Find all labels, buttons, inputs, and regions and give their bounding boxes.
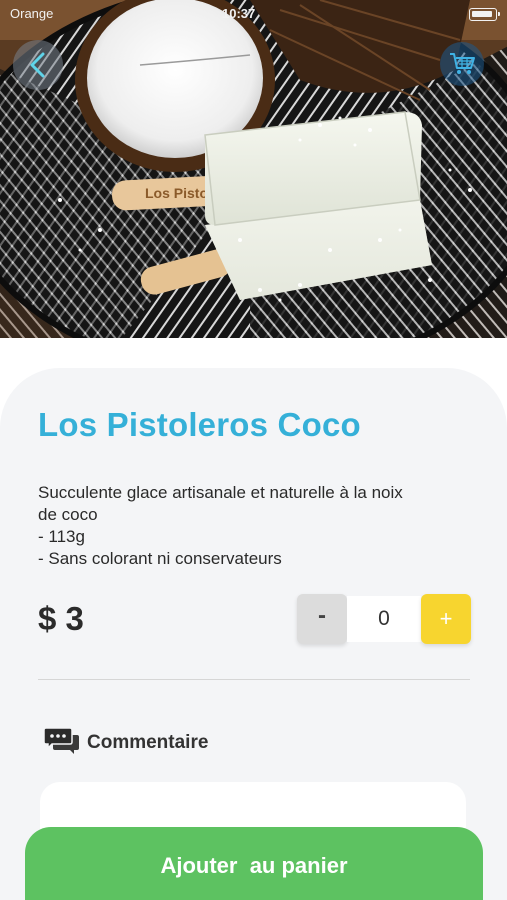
back-button[interactable] [13, 40, 63, 90]
stick-brand-text: Los Pistol [145, 185, 212, 201]
product-photo-illustration: Los Pistol [0, 0, 507, 338]
divider [38, 679, 470, 680]
description-line: Succulente glace artisanale et naturelle… [38, 483, 403, 502]
add-to-cart-button[interactable]: Ajouter au panier [25, 827, 483, 900]
status-time: 10:37 [222, 6, 256, 21]
cart-button[interactable] [440, 42, 484, 86]
status-bar: Orange 10:37 [0, 0, 507, 28]
product-title: Los Pistoleros Coco [38, 406, 361, 443]
description-line: - 113g [38, 527, 85, 546]
description-line: de coco [38, 505, 98, 524]
chevron-left-icon [30, 52, 45, 78]
product-photo: Los Pistol [0, 0, 507, 338]
product-price: $ 3 [38, 600, 84, 637]
add-to-cart-label: Ajouter au panier [160, 853, 348, 878]
comment-label: Commentaire [87, 732, 209, 753]
quantity-value[interactable]: 0 [347, 596, 421, 642]
description-line: - Sans colorant ni conservateurs [38, 549, 282, 568]
decrease-quantity-button[interactable]: - [297, 594, 347, 644]
carrier-label: Orange [10, 6, 54, 21]
product-description: Succulente glace artisanale et naturelle… [38, 482, 470, 570]
increase-quantity-button[interactable]: + [421, 594, 471, 644]
shopping-cart-icon [450, 53, 475, 74]
chat-bubbles-icon [44, 727, 79, 754]
battery-icon [469, 8, 500, 21]
quantity-stepper: - 0 + [297, 594, 471, 644]
